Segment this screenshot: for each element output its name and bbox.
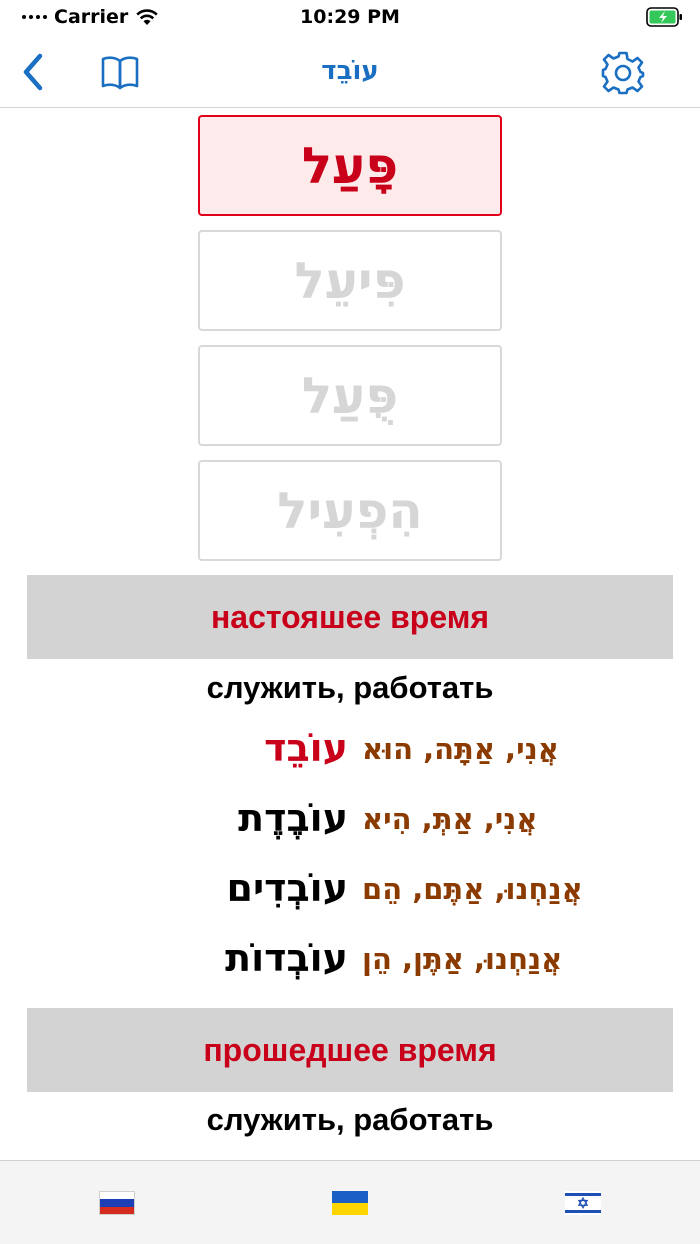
- gear-icon[interactable]: [600, 50, 646, 96]
- navigation-bar: עוֹבֵד: [0, 36, 700, 108]
- binyan-button-pual[interactable]: פֻּעַל: [198, 345, 502, 446]
- binyan-button-piel[interactable]: פִּיעֵל: [198, 230, 502, 331]
- pronouns: אֲנַחְנוּ, אַתֶּם, הֵם: [362, 872, 583, 906]
- pronouns: אֲנִי, אַתְּ, הִיא: [362, 802, 538, 836]
- present-tense-header: настояшее время: [27, 575, 673, 659]
- verb-form: עוֹבְדוֹת: [225, 936, 348, 980]
- binyan-button-paal[interactable]: פָּעַל: [198, 115, 502, 216]
- binyan-button-hifil[interactable]: הִפְעִיל: [198, 460, 502, 561]
- verb-form: עוֹבֶדֶת: [238, 796, 348, 840]
- verb-form: עוֹבֵד: [264, 726, 348, 770]
- present-meaning: служить, работать: [206, 670, 494, 705]
- conjugation-row: עוֹבֵד אֲנִי, אַתָּה, הוּא: [0, 726, 700, 786]
- pronouns: אֲנִי, אַתָּה, הוּא: [362, 732, 559, 766]
- israel-flag-icon[interactable]: [565, 1191, 601, 1215]
- russia-flag-icon[interactable]: [99, 1191, 135, 1215]
- conjugation-row: עוֹבְדוֹת אֲנַחְנוּ, אַתֶּן, הֵן: [0, 936, 700, 996]
- status-time: 10:29 PM: [300, 6, 400, 28]
- past-tense-header: прошедшее время: [27, 1008, 673, 1092]
- language-tab-bar: [0, 1160, 700, 1244]
- pronouns: אֲנַחְנוּ, אַתֶּן, הֵן: [362, 942, 563, 976]
- battery-charging-icon: [646, 7, 682, 27]
- past-meaning: служить, работать: [206, 1102, 494, 1137]
- page-title: עוֹבֵד: [321, 56, 379, 86]
- conjugation-row: עוֹבְדִים אֲנַחְנוּ, אַתֶּם, הֵם: [0, 866, 700, 926]
- status-bar: Carrier 10:29 PM: [0, 0, 700, 36]
- ukraine-flag-icon[interactable]: [332, 1191, 368, 1215]
- conjugation-row: עוֹבֶדֶת אֲנִי, אַתְּ, הִיא: [0, 796, 700, 856]
- verb-form: עוֹבְדִים: [226, 866, 348, 910]
